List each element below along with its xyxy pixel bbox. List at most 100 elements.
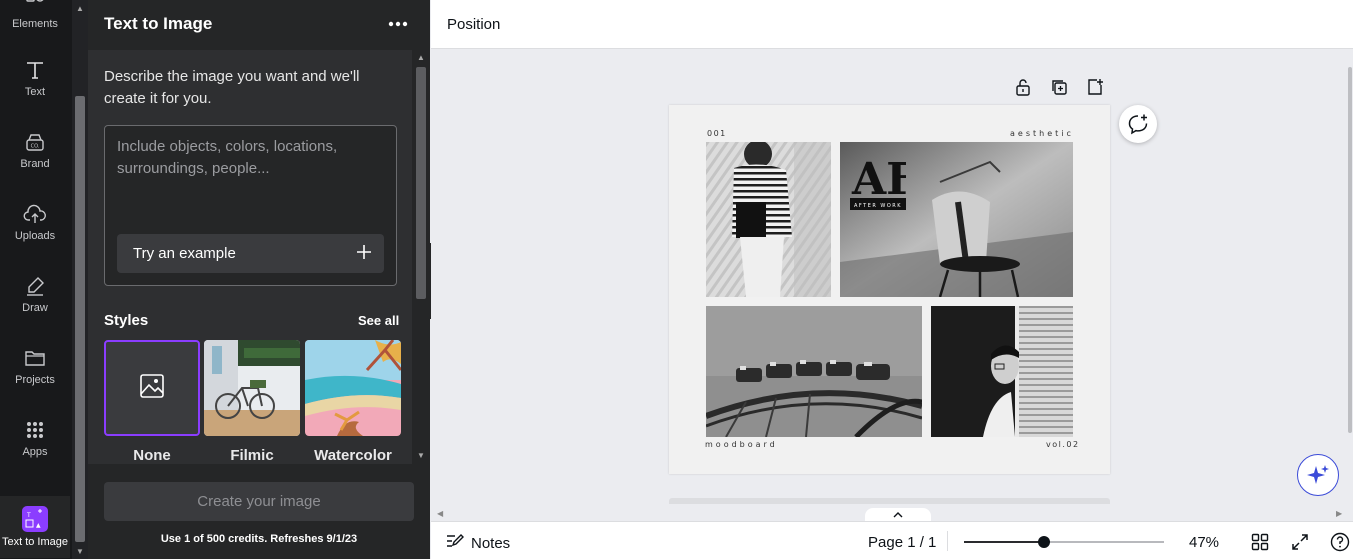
elements-icon <box>23 0 47 14</box>
panel-scrollbar[interactable]: ▲ ▼ <box>412 50 430 464</box>
panel-scroll-thumb[interactable] <box>416 67 426 299</box>
rail-scroll-down-icon[interactable]: ▼ <box>75 547 85 556</box>
design-number: 001 <box>707 129 727 138</box>
after-work-logo: AF AFTER WORK <box>850 154 917 212</box>
rail-item-text[interactable]: Text <box>0 46 70 110</box>
rail-label-projects: Projects <box>15 374 55 386</box>
rail-label-draw: Draw <box>22 302 48 314</box>
rail-label-apps: Apps <box>22 446 48 458</box>
prompt-box: Try an example <box>104 125 397 286</box>
duplicate-page-icon[interactable] <box>1047 75 1071 99</box>
scroll-right-icon[interactable]: ▶ <box>1336 509 1342 518</box>
page-indicator[interactable]: Page 1 / 1 <box>868 534 936 551</box>
style-thumb-none <box>104 340 200 436</box>
notes-icon <box>445 532 465 554</box>
rail-item-uploads[interactable]: Uploads <box>0 190 70 254</box>
editor-topbar: Position <box>431 0 1353 49</box>
panel-scroll-down-icon[interactable]: ▼ <box>416 451 426 460</box>
help-icon[interactable] <box>1329 531 1351 553</box>
panel-body: Describe the image you want and we'll cr… <box>88 50 430 464</box>
design-page[interactable]: 001 aesthetic AF AFTER WORK moodboard vo… <box>669 105 1110 474</box>
logo-letters: AF <box>851 154 906 205</box>
rail-scroll-up-icon[interactable]: ▲ <box>75 4 85 13</box>
try-example-label: Try an example <box>133 245 236 262</box>
editor-bottombar: Notes Page 1 / 1 47% <box>431 521 1353 559</box>
design-footer-right: vol.02 <box>1046 440 1080 449</box>
svg-text:T: T <box>26 512 31 519</box>
see-all-link[interactable]: See all <box>358 313 399 328</box>
credits-info: Use 1 of 500 credits. Refreshes 9/1/23 <box>160 533 358 545</box>
try-example-button[interactable]: Try an example <box>117 234 384 273</box>
create-image-button[interactable]: Create your image <box>104 482 414 521</box>
scroll-left-icon[interactable]: ◀ <box>437 509 443 518</box>
zoom-percentage[interactable]: 47% <box>1189 534 1219 551</box>
design-footer-left: moodboard <box>705 440 778 449</box>
style-label-none: None <box>133 447 171 464</box>
rail-item-apps[interactable]: Apps <box>0 406 70 470</box>
prompt-input[interactable] <box>117 136 382 226</box>
bottombar-divider <box>947 531 948 551</box>
rail-label-elements: Elements <box>12 18 58 30</box>
rail-label-text-to-image: Text to Image <box>1 536 69 548</box>
photo-roller-coaster[interactable] <box>706 306 922 437</box>
logo-caption: AFTER WORK <box>854 203 902 209</box>
rail-item-draw[interactable]: Draw <box>0 262 70 326</box>
zoom-slider[interactable] <box>964 536 1164 548</box>
text-to-image-icon: T ▲ <box>22 506 48 532</box>
style-card-none[interactable]: None <box>104 340 200 464</box>
photo-chair[interactable]: AF AFTER WORK <box>840 142 1073 297</box>
fullscreen-icon[interactable] <box>1289 531 1311 553</box>
add-page-icon[interactable] <box>1083 75 1107 99</box>
style-thumb-watercolor <box>305 340 401 436</box>
rail-scrollbar[interactable]: ▲ ▼ <box>72 0 88 559</box>
zoom-slider-knob[interactable] <box>1038 536 1050 548</box>
notes-label: Notes <box>471 534 511 552</box>
grid-view-icon[interactable] <box>1249 531 1271 553</box>
rail-item-brand[interactable]: CO. Brand <box>0 118 70 182</box>
canvas-area: 001 aesthetic AF AFTER WORK moodboard vo… <box>431 49 1353 522</box>
upload-cloud-icon <box>23 202 47 226</box>
photo-striped-shirt[interactable] <box>706 142 831 297</box>
rail-item-projects[interactable]: Projects <box>0 334 70 398</box>
lock-icon[interactable] <box>1011 75 1035 99</box>
rail-label-brand: Brand <box>20 158 50 170</box>
text-icon <box>23 58 47 82</box>
style-thumb-filmic <box>204 340 300 436</box>
design-tag: aesthetic <box>1010 129 1074 138</box>
apps-grid-icon <box>23 418 47 442</box>
notes-button[interactable]: Notes <box>445 532 510 554</box>
show-pages-chevron-up-icon[interactable] <box>865 508 931 522</box>
magic-assistant-icon[interactable] <box>1297 454 1339 496</box>
plus-icon <box>356 244 372 264</box>
draw-icon <box>23 274 47 298</box>
svg-text:CO.: CO. <box>31 144 40 150</box>
zoom-slider-fill <box>964 541 1044 543</box>
position-button[interactable]: Position <box>447 16 500 33</box>
rail-label-text: Text <box>24 86 46 98</box>
image-placeholder-icon <box>139 373 165 404</box>
text-to-image-panel: Text to Image Describe the image you wan… <box>88 0 430 559</box>
rail-item-text-to-image[interactable]: T ▲ Text to Image <box>0 496 70 558</box>
rail-item-elements[interactable]: Elements <box>0 0 70 42</box>
photo-person-window[interactable] <box>931 306 1073 437</box>
style-label-watercolor: Watercolor <box>314 447 392 464</box>
svg-text:▲: ▲ <box>36 522 41 529</box>
rail-label-uploads: Uploads <box>14 230 56 242</box>
panel-description: Describe the image you want and we'll cr… <box>104 68 360 107</box>
more-options-icon[interactable] <box>386 12 410 36</box>
next-page-edge <box>669 498 1110 504</box>
folder-icon <box>23 346 47 370</box>
brand-icon: CO. <box>23 130 47 154</box>
style-label-filmic: Filmic <box>230 447 274 464</box>
rail-scroll-thumb[interactable] <box>75 96 85 542</box>
add-comment-icon[interactable] <box>1119 105 1157 143</box>
panel-title: Text to Image <box>104 14 213 33</box>
canvas-vertical-scrollbar[interactable] <box>1347 49 1353 509</box>
style-card-filmic[interactable]: Filmic <box>204 340 300 464</box>
canvas-vertical-thumb[interactable] <box>1348 67 1352 433</box>
style-card-watercolor[interactable]: Watercolor <box>305 340 401 464</box>
panel-scroll-up-icon[interactable]: ▲ <box>416 53 426 62</box>
page-tools <box>1011 75 1107 99</box>
side-rail: Elements Text CO. Brand Uploads Draw Pro… <box>0 0 72 559</box>
styles-title: Styles <box>104 312 149 329</box>
